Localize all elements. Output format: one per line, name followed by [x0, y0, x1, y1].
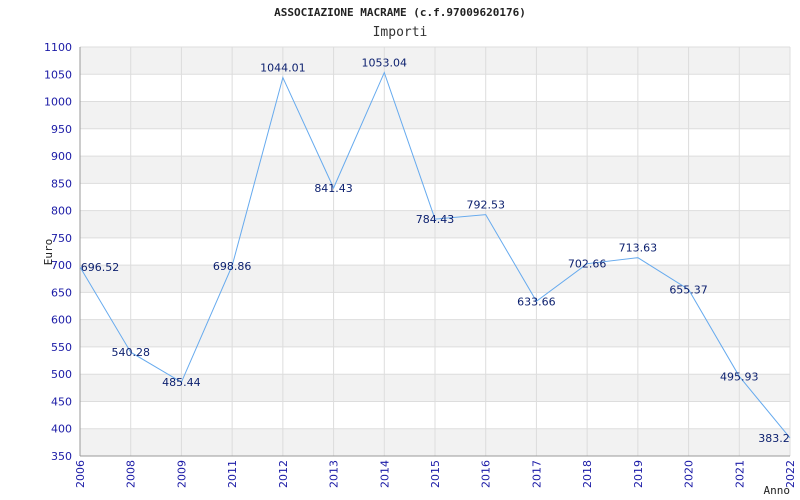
data-label: 1053.04 — [362, 57, 408, 70]
data-label: 713.63 — [619, 242, 658, 255]
y-tick-label: 900 — [51, 150, 72, 163]
y-tick-label: 800 — [51, 205, 72, 218]
data-label: 383.2 — [758, 432, 790, 445]
x-tick-label: 2011 — [226, 460, 239, 488]
data-label: 655.37 — [669, 283, 708, 296]
x-tick-labels: 2006 2008 2009 2011 2012 2013 2014 2015 2016 2017… — [74, 460, 797, 488]
data-label: 495.93 — [720, 370, 759, 383]
y-tick-label: 1000 — [44, 96, 72, 109]
data-label: 1044.01 — [260, 62, 306, 75]
data-label: 633.66 — [517, 295, 556, 308]
data-label: 784.43 — [416, 213, 455, 226]
y-tick-label: 950 — [51, 123, 72, 136]
y-tick-label: 1050 — [44, 68, 72, 81]
y-tick-label: 850 — [51, 177, 72, 190]
y-tick-label: 1100 — [44, 41, 72, 54]
x-tick-label: 2006 — [74, 460, 87, 488]
x-tick-label: 2015 — [429, 460, 442, 488]
y-tick-label: 400 — [51, 423, 72, 436]
y-tick-label: 550 — [51, 341, 72, 354]
x-tick-label: 2018 — [581, 460, 594, 488]
data-label: 702.66 — [568, 258, 607, 271]
x-tick-label: 2019 — [632, 460, 645, 488]
x-tick-label: 2008 — [125, 460, 138, 488]
data-label: 540.28 — [111, 346, 150, 359]
x-tick-label: 2009 — [175, 460, 188, 488]
y-tick-label: 350 — [51, 450, 72, 463]
y-tick-label: 500 — [51, 368, 72, 381]
y-tick-label: 600 — [51, 314, 72, 327]
chart-root: ASSOCIAZIONE MACRAME (c.f.97009620176) I… — [0, 0, 800, 500]
x-axis-title: Anno — [764, 484, 791, 497]
data-label: 792.53 — [466, 199, 505, 212]
y-tick-label: 650 — [51, 286, 72, 299]
x-tick-label: 2016 — [480, 460, 493, 488]
y-axis-title: Euro — [42, 239, 55, 266]
x-tick-label: 2017 — [530, 460, 543, 488]
x-tick-label: 2014 — [378, 460, 391, 488]
y-tick-label: 450 — [51, 395, 72, 408]
data-label: 841.43 — [314, 182, 353, 195]
x-tick-label: 2012 — [277, 460, 290, 488]
line-chart: 3504004505005506006507007508008509009501… — [42, 41, 797, 497]
x-tick-label: 2020 — [683, 460, 696, 488]
data-label: 485.44 — [162, 376, 201, 389]
x-tick-label: 2013 — [328, 460, 341, 488]
x-tick-label: 2021 — [733, 460, 746, 488]
data-label: 696.52 — [81, 261, 120, 274]
data-label: 698.86 — [213, 260, 252, 273]
